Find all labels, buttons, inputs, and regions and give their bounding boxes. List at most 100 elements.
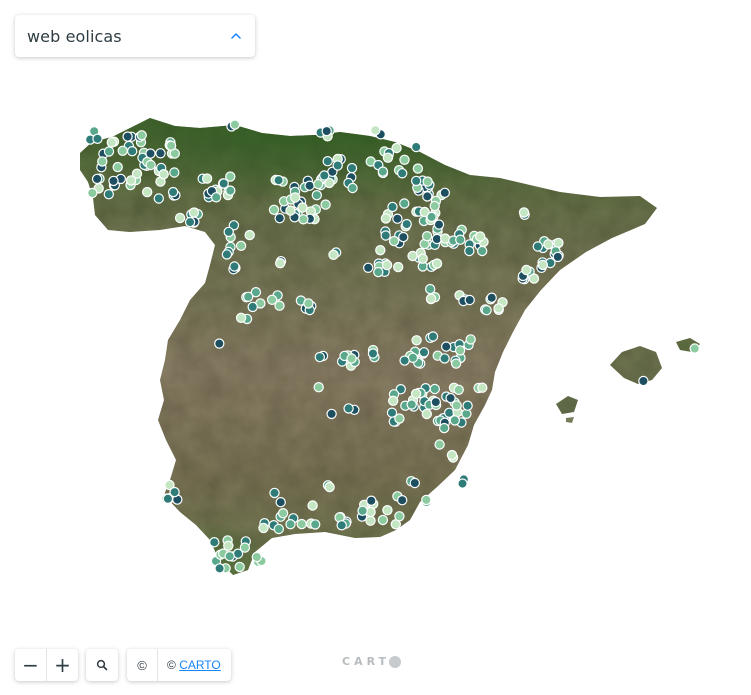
wind-farm-point[interactable] xyxy=(421,230,433,242)
wind-farm-point[interactable] xyxy=(162,493,174,504)
carto-logo[interactable]: CART xyxy=(342,655,402,668)
wind-farm-point[interactable] xyxy=(87,187,98,199)
wind-farm-point[interactable] xyxy=(285,519,296,530)
wind-farm-point[interactable] xyxy=(275,258,286,269)
wind-farm-point[interactable] xyxy=(411,175,422,187)
wind-farm-point[interactable] xyxy=(322,155,333,167)
wind-farm-point[interactable] xyxy=(258,522,269,534)
wind-farm-point[interactable] xyxy=(449,415,460,426)
wind-farm-point[interactable] xyxy=(275,497,286,508)
wind-farm-point[interactable] xyxy=(122,131,133,142)
wind-farm-point[interactable] xyxy=(375,244,386,256)
wind-farm-point[interactable] xyxy=(221,249,233,260)
wind-farm-point[interactable] xyxy=(297,202,308,213)
wind-farm-point[interactable] xyxy=(92,133,103,144)
wind-farm-point[interactable] xyxy=(552,251,564,263)
wind-farm-point[interactable] xyxy=(441,341,452,352)
wind-farm-point[interactable] xyxy=(184,216,196,228)
wind-farm-point[interactable] xyxy=(328,249,339,260)
wind-farm-point[interactable] xyxy=(126,145,138,157)
wind-farm-point[interactable] xyxy=(321,125,332,137)
wind-farm-point[interactable] xyxy=(346,162,358,174)
wind-farm-point[interactable] xyxy=(429,383,440,395)
wind-farm-point[interactable] xyxy=(399,355,410,366)
wind-farm-point[interactable] xyxy=(106,137,118,148)
wind-farm-point[interactable] xyxy=(141,186,153,198)
wind-farm-point[interactable] xyxy=(486,292,497,303)
wind-farm-point[interactable] xyxy=(311,189,322,201)
wind-farm-point[interactable] xyxy=(398,231,409,243)
wind-farm-point[interactable] xyxy=(117,145,128,156)
wind-farm-point[interactable] xyxy=(91,173,103,185)
wind-farm-point[interactable] xyxy=(97,156,108,167)
wind-farm-point[interactable] xyxy=(277,508,289,519)
wind-farm-point[interactable] xyxy=(399,198,410,209)
wind-farm-point[interactable] xyxy=(481,305,492,316)
wind-farm-point[interactable] xyxy=(319,170,330,181)
wind-farm-point[interactable] xyxy=(417,253,428,264)
wind-farm-point[interactable] xyxy=(381,259,393,271)
wind-farm-point[interactable] xyxy=(457,478,468,489)
wind-farm-point[interactable] xyxy=(307,500,318,511)
zoom-out-button[interactable]: − xyxy=(15,649,46,681)
wind-farm-point[interactable] xyxy=(391,142,402,154)
wind-farm-point[interactable] xyxy=(103,146,115,157)
wind-farm-point[interactable] xyxy=(244,229,255,241)
wind-farm-point[interactable] xyxy=(426,211,437,223)
wind-farm-point[interactable] xyxy=(223,226,234,238)
wind-farm-point[interactable] xyxy=(518,207,530,218)
attribution-toggle-button[interactable]: © xyxy=(127,649,158,681)
wind-farm-point[interactable] xyxy=(454,345,466,356)
wind-farm-point[interactable] xyxy=(380,230,391,241)
wind-farm-point[interactable] xyxy=(251,551,262,563)
wind-farm-point[interactable] xyxy=(366,495,377,506)
wind-farm-point[interactable] xyxy=(112,161,123,173)
wind-farm-point[interactable] xyxy=(285,205,296,216)
wind-farm-point[interactable] xyxy=(393,261,404,273)
wind-farm-point[interactable] xyxy=(336,520,347,531)
wind-farm-point[interactable] xyxy=(145,159,156,171)
wind-farm-point[interactable] xyxy=(429,200,440,212)
wind-farm-point[interactable] xyxy=(532,241,544,252)
wind-farm-point[interactable] xyxy=(397,168,408,179)
wind-farm-point[interactable] xyxy=(103,188,115,200)
wind-farm-point[interactable] xyxy=(427,331,439,342)
wind-farm-point[interactable] xyxy=(346,353,357,364)
wind-farm-point[interactable] xyxy=(332,160,343,171)
wind-farm-point[interactable] xyxy=(689,343,700,354)
wind-farm-point[interactable] xyxy=(108,175,119,187)
wind-farm-point[interactable] xyxy=(235,240,247,251)
wind-farm-point[interactable] xyxy=(363,262,374,273)
wind-farm-point[interactable] xyxy=(214,338,225,349)
wind-farm-point[interactable] xyxy=(167,186,179,198)
wind-farm-point[interactable] xyxy=(397,495,408,506)
wind-farm-point[interactable] xyxy=(464,294,475,306)
wind-farm-point[interactable] xyxy=(273,174,284,186)
wind-farm-point[interactable] xyxy=(382,505,393,516)
wind-farm-point[interactable] xyxy=(410,388,422,399)
wind-farm-point[interactable] xyxy=(326,408,337,420)
wind-farm-point[interactable] xyxy=(455,234,466,245)
wind-farm-point[interactable] xyxy=(153,193,164,204)
wind-farm-point[interactable] xyxy=(313,178,324,190)
chevron-up-icon[interactable] xyxy=(229,29,243,43)
wind-farm-point[interactable] xyxy=(234,561,245,573)
wind-farm-point[interactable] xyxy=(269,487,280,499)
wind-farm-point[interactable] xyxy=(446,449,458,461)
wind-farm-point[interactable] xyxy=(462,400,473,411)
zoom-in-button[interactable]: + xyxy=(47,649,78,681)
wind-farm-point[interactable] xyxy=(314,351,325,363)
wind-farm-point[interactable] xyxy=(373,266,384,278)
wind-farm-point[interactable] xyxy=(422,191,433,202)
wind-farm-point[interactable] xyxy=(380,213,392,224)
wind-farm-point[interactable] xyxy=(214,563,225,574)
wind-farm-point[interactable] xyxy=(411,141,422,153)
wind-farm-point[interactable] xyxy=(528,273,540,284)
wind-farm-point[interactable] xyxy=(431,258,443,269)
wind-farm-point[interactable] xyxy=(418,347,430,358)
wind-farm-point[interactable] xyxy=(493,303,504,314)
wind-farm-point[interactable] xyxy=(343,403,354,414)
wind-farm-point[interactable] xyxy=(298,214,309,225)
wind-farm-point[interactable] xyxy=(320,199,331,210)
wind-farm-point[interactable] xyxy=(303,298,314,309)
